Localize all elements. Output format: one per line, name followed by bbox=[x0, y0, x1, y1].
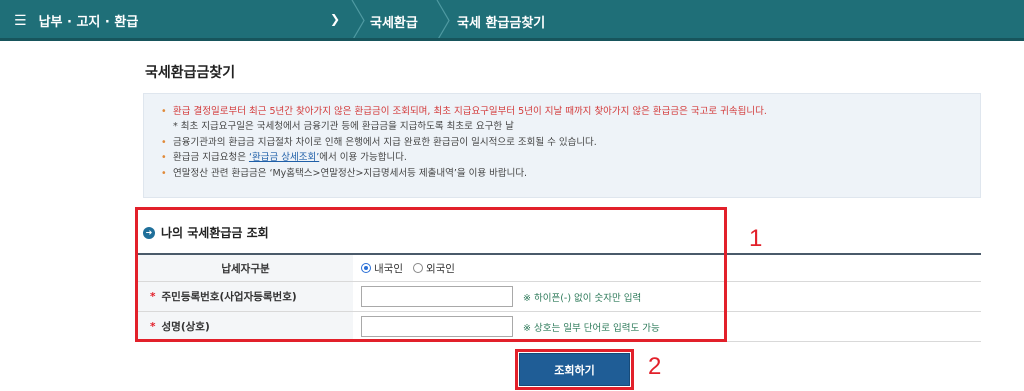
breadcrumb-separator-icon bbox=[351, 0, 365, 41]
annotation-number-2: 2 bbox=[648, 353, 662, 380]
notice-subitem: * 최초 지급요구일은 국세청에서 금융기관 등에 환급금을 지급하도록 최초로… bbox=[173, 121, 514, 133]
annotation-number-1: 1 bbox=[749, 225, 763, 252]
notice-box: • 환급 결정일로부터 최근 5년간 찾아가지 않은 환급금이 조회되며, 최초 … bbox=[143, 93, 981, 198]
menu-label[interactable]: 납부 · 고지 · 환급 bbox=[39, 11, 139, 30]
page-title: 국세환급금찾기 bbox=[145, 65, 236, 81]
top-nav-bar: ☰ 납부 · 고지 · 환급 ❯ 국세환급 국세 환급금찾기 bbox=[0, 0, 1024, 41]
nav-underline bbox=[0, 38, 1024, 41]
highlight-box-2 bbox=[515, 349, 634, 390]
hamburger-icon[interactable]: ☰ bbox=[14, 13, 27, 29]
chevron-down-icon[interactable]: ❯ bbox=[330, 12, 340, 26]
main-menu[interactable]: ☰ 납부 · 고지 · 환급 bbox=[14, 11, 139, 31]
notice-item: • 금융기관과의 환급금 지급절차 차이로 인해 은행에서 지급 완료한 환급금이… bbox=[161, 136, 597, 148]
breadcrumb-find-refund[interactable]: 국세 환급금찾기 bbox=[457, 12, 545, 31]
notice-item: • 환급 결정일로부터 최근 5년간 찾아가지 않은 환급금이 조회되며, 최초 … bbox=[161, 106, 767, 117]
breadcrumb-refund[interactable]: 국세환급 bbox=[370, 12, 418, 31]
refund-detail-link[interactable]: ‘환급금 상세조회’ bbox=[249, 152, 319, 163]
highlight-box-1 bbox=[135, 207, 727, 342]
notice-item: • 환급금 지급요청은 ‘환급금 상세조회’에서 이용 가능합니다. bbox=[161, 152, 407, 164]
notice-item: • 연말정산 관련 환급금은 ‘My홈택스>연말정산>지급명세서등 제출내역’을 … bbox=[161, 167, 528, 179]
breadcrumb-separator-icon bbox=[436, 0, 450, 41]
